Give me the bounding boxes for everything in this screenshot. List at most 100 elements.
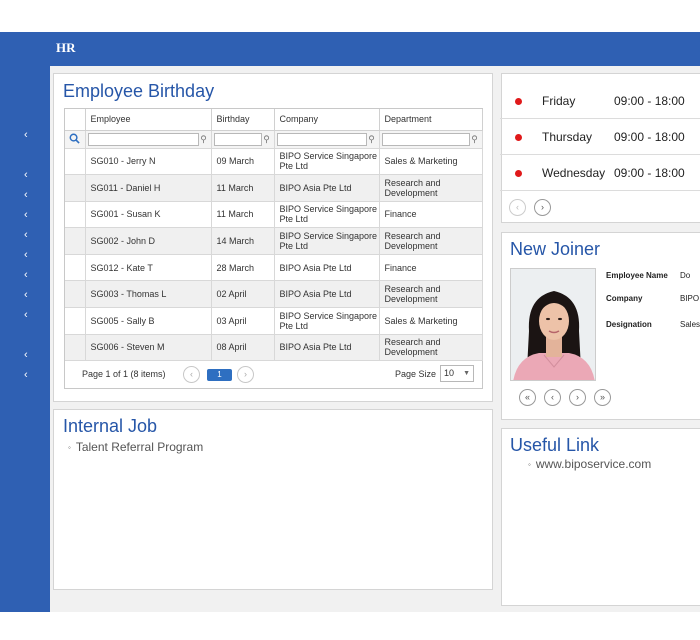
table-row[interactable]: SG011 - Daniel H 11 March BIPO Asia Pte Lt… [65, 174, 483, 202]
column-header-employee[interactable]: Employee [85, 109, 212, 131]
column-header-department[interactable]: Department [379, 109, 483, 131]
department-cell: Finance [379, 201, 483, 229]
table-row[interactable]: SG012 - Kate T 28 March BIPO Asia Pte Ltd F… [65, 254, 483, 282]
birthday-filter-input[interactable] [213, 132, 262, 146]
department-cell: Research and Development [379, 334, 483, 362]
internal-job-item[interactable]: ◦ Talent Referral Program [68, 440, 203, 454]
red-dot-icon [515, 134, 522, 141]
birthday-grid: Employee Birthday Company Department ⚲ ⚲… [64, 108, 483, 390]
employee-cell: SG003 - Thomas L [85, 280, 212, 309]
employee-cell: SG012 - Kate T [85, 254, 212, 282]
internal-job-title: Internal Job [63, 416, 158, 436]
employee-cell: SG005 - Sally B [85, 307, 212, 335]
page-size-label: Page Size [395, 369, 437, 380]
grid-header-row: Employee Birthday Company Department [65, 109, 483, 131]
company-value: BIPO [680, 294, 700, 303]
birthday-cell: 14 March [211, 227, 275, 255]
bullet-icon: ◦ [68, 443, 71, 453]
chevron-left-icon[interactable]: ‹ [24, 170, 28, 181]
double-chevron-right-circle-icon[interactable]: » [594, 389, 611, 406]
red-dot-icon [515, 170, 522, 177]
company-label: Company [606, 294, 643, 303]
chevron-left-icon[interactable]: ‹ [24, 230, 28, 241]
new-joiner-photo [510, 268, 596, 381]
chevron-left-icon[interactable]: ‹ [24, 310, 28, 321]
department-cell: Research and Development [379, 174, 483, 202]
chevron-left-icon[interactable]: ‹ [24, 250, 28, 261]
column-header-company[interactable]: Company [274, 109, 380, 131]
filter-pin-icon[interactable]: ⚲ [470, 134, 480, 144]
new-joiner-title: New Joiner [510, 239, 601, 259]
chevron-left-icon[interactable]: ‹ [24, 350, 28, 361]
employee-birthday-title: Employee Birthday [63, 81, 215, 101]
birthday-cell: 11 March [211, 174, 275, 202]
birthday-cell: 03 April [211, 307, 275, 335]
page-size-select[interactable]: 10 ▼ [440, 365, 474, 383]
department-cell: Sales & Marketing [379, 148, 483, 176]
birthday-cell: 28 March [211, 254, 275, 282]
birthday-cell: 02 April [211, 280, 275, 309]
company-cell: BIPO Service Singapore Pte Ltd [274, 148, 380, 176]
pager-summary: Page 1 of 1 (8 items) [82, 369, 166, 380]
filter-pin-icon[interactable]: ⚲ [262, 134, 272, 144]
schedule-prev-icon[interactable]: ‹ [509, 199, 526, 216]
department-cell: Sales & Marketing [379, 307, 483, 335]
chevron-left-icon[interactable]: ‹ [24, 270, 28, 281]
table-row[interactable]: SG010 - Jerry N 09 March BIPO Service Sing… [65, 148, 483, 176]
designation-value: Sales [680, 320, 700, 329]
department-filter-input[interactable] [381, 132, 470, 146]
department-cell: Research and Development [379, 227, 483, 255]
table-row[interactable]: SG002 - John D 14 March BIPO Service Singa… [65, 227, 483, 255]
filter-pin-icon[interactable]: ⚲ [367, 134, 377, 144]
table-row[interactable]: SG005 - Sally B 03 April BIPO Service Sing… [65, 307, 483, 335]
bullet-icon: ◦ [528, 460, 531, 470]
filter-pin-icon[interactable]: ⚲ [199, 134, 209, 144]
pager-page-button[interactable]: 1 [207, 369, 232, 382]
employee-cell: SG011 - Daniel H [85, 174, 212, 202]
company-cell: BIPO Asia Pte Ltd [274, 174, 380, 202]
search-icon[interactable] [65, 130, 86, 149]
chevron-left-icon[interactable]: ‹ [24, 190, 28, 201]
double-chevron-left-circle-icon[interactable]: « [519, 389, 536, 406]
chevron-left-icon[interactable]: ‹ [24, 210, 28, 221]
sidebar: ‹ ‹ ‹ ‹ ‹ ‹ ‹ ‹ ‹ ‹ ‹ [0, 32, 50, 612]
chevron-right-circle-icon[interactable]: › [569, 389, 586, 406]
red-dot-icon [515, 98, 522, 105]
designation-label: Designation [606, 320, 652, 329]
schedule-time: 09:00 - 18:00 [614, 130, 685, 144]
department-cell: Research and Development [379, 280, 483, 309]
schedule-time: 09:00 - 18:00 [614, 166, 685, 180]
schedule-day: Friday [542, 94, 576, 108]
table-row[interactable]: SG001 - Susan K 11 March BIPO Service Sing… [65, 201, 483, 229]
employee-name-label: Employee Name [606, 271, 668, 280]
company-cell: BIPO Service Singapore Pte Ltd [274, 201, 380, 229]
top-margin [0, 0, 700, 32]
useful-link-title: Useful Link [510, 435, 600, 455]
employee-cell: SG006 - Steven M [85, 334, 212, 362]
company-cell: BIPO Service Singapore Pte Ltd [274, 307, 380, 335]
department-cell: Finance [379, 254, 483, 282]
table-row[interactable]: SG006 - Steven M 08 April BIPO Asia Pte Lt… [65, 334, 483, 362]
company-filter-input[interactable] [276, 132, 367, 146]
column-header-birthday[interactable]: Birthday [211, 109, 275, 131]
birthday-cell: 08 April [211, 334, 275, 362]
top-bar [50, 32, 700, 66]
caret-down-icon: ▼ [463, 370, 470, 378]
schedule-next-icon[interactable]: › [534, 199, 551, 216]
chevron-left-icon[interactable]: ‹ [24, 290, 28, 301]
chevron-left-circle-icon[interactable]: ‹ [544, 389, 561, 406]
chevron-left-icon[interactable]: ‹ [24, 370, 28, 381]
pager-prev-icon[interactable]: ‹ [183, 366, 200, 384]
useful-link-item[interactable]: ◦ www.biposervice.com [528, 457, 651, 471]
table-row[interactable]: SG003 - Thomas L 02 April BIPO Asia Pte Lt… [65, 280, 483, 309]
schedule-row: Thursday 09:00 - 18:00 [500, 119, 700, 155]
schedule-day: Wednesday [542, 166, 606, 180]
employee-filter-input[interactable] [87, 132, 199, 146]
employee-name-value: Do [680, 271, 691, 280]
pager-next-icon[interactable]: › [237, 366, 254, 384]
chevron-left-icon[interactable]: ‹ [24, 130, 28, 141]
schedule-time: 09:00 - 18:00 [614, 94, 685, 108]
schedule-row: Friday 09:00 - 18:00 [500, 83, 700, 119]
grid-pager: Page 1 of 1 (8 items) ‹ 1 › Page Size 10… [65, 361, 482, 389]
employee-cell: SG010 - Jerry N [85, 148, 212, 176]
